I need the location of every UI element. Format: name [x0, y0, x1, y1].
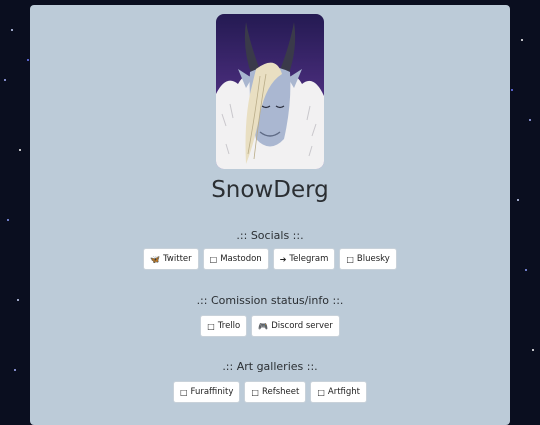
mastodon-label: Mastodon [220, 254, 262, 264]
socials-title: .:: Socials ::. [236, 229, 304, 242]
trello-label: Trello [217, 321, 241, 331]
gallery-links: □ Furaffinity □ Refsheet □ Artfight [30, 381, 510, 403]
telegram-label: Telegram [289, 254, 329, 264]
discord-button[interactable]: 🎮 Discord server [251, 315, 340, 337]
bluesky-button[interactable]: □ Bluesky [339, 248, 397, 270]
mastodon-button[interactable]: □ Mastodon [202, 248, 269, 270]
commission-links: □ Trello 🎮 Discord server [30, 315, 510, 337]
trello-icon: □ [207, 321, 215, 331]
discord-label: Discord server [271, 321, 333, 331]
bluesky-icon: □ [346, 254, 354, 264]
bluesky-label: Bluesky [356, 254, 390, 264]
furaffinity-button[interactable]: □ Furaffinity [172, 381, 241, 403]
profile-card: SnowDerg .:: Socials ::. 🦋 Twitter □ Mas… [30, 5, 510, 425]
telegram-button[interactable]: ➔ Telegram [272, 248, 336, 270]
discord-icon: 🎮 [258, 321, 269, 331]
trello-button[interactable]: □ Trello [200, 315, 248, 337]
refsheet-button[interactable]: □ Refsheet [244, 381, 307, 403]
avatar [216, 14, 324, 169]
socials-links: 🦋 Twitter □ Mastodon ➔ Telegram □ Bluesk… [30, 248, 510, 270]
artfight-label: Artfight [327, 387, 361, 397]
mastodon-icon: □ [209, 254, 218, 264]
furaffinity-icon: □ [179, 387, 188, 397]
twitter-label: Twitter [163, 254, 192, 264]
butterfly-icon: 🦋 [150, 254, 161, 264]
twitter-button[interactable]: 🦋 Twitter [143, 248, 199, 270]
artfight-icon: □ [317, 387, 325, 397]
telegram-icon: ➔ [279, 254, 287, 264]
galleries-title: .:: Art galleries ::. [222, 360, 318, 373]
profile-name: SnowDerg [211, 177, 329, 203]
furaffinity-label: Furaffinity [190, 387, 234, 397]
refsheet-label: Refsheet [261, 387, 300, 397]
refsheet-icon: □ [251, 387, 259, 397]
commission-title: .:: Comission status/info ::. [196, 294, 344, 307]
artfight-button[interactable]: □ Artfight [310, 381, 368, 403]
